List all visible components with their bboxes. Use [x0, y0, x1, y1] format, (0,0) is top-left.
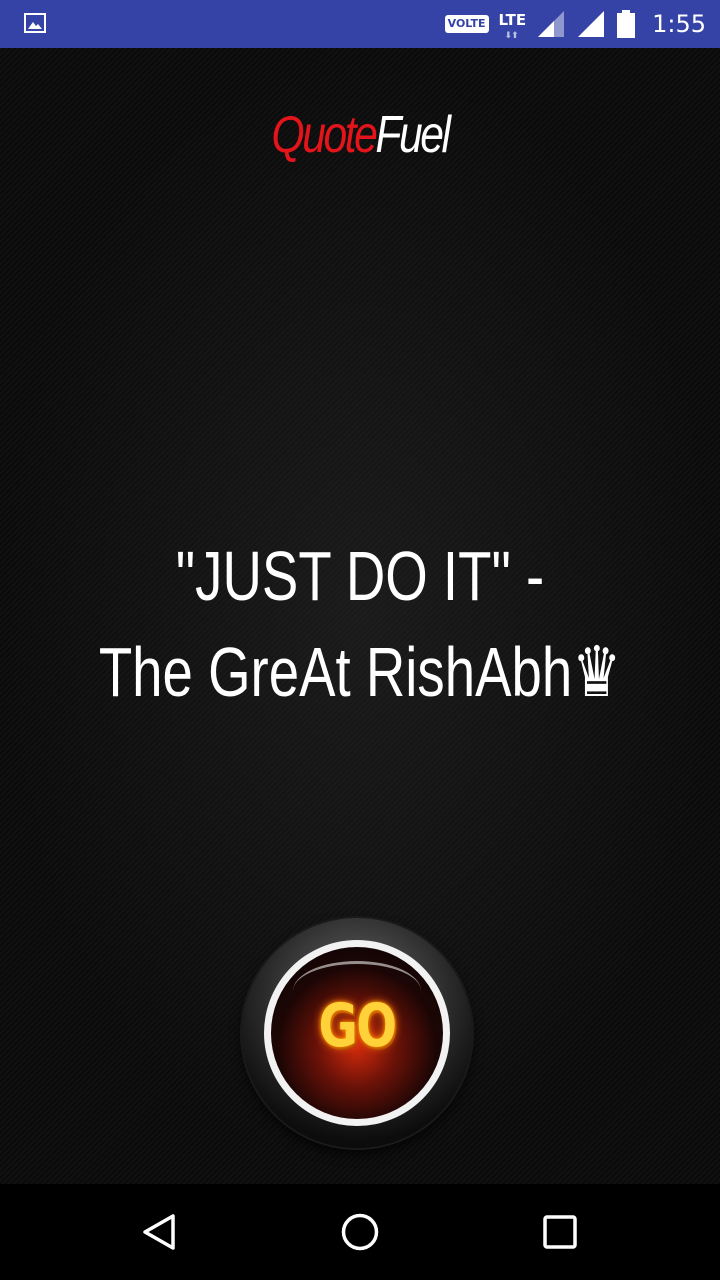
quote-author: The GreAt RishAbh♛	[98, 633, 622, 711]
go-button-label: GO	[318, 991, 397, 1061]
go-button-ring: GO	[264, 940, 450, 1126]
home-button[interactable]	[340, 1212, 380, 1252]
quote-text: "JUST DO IT" - The GreAt RishAbh♛	[79, 528, 641, 720]
lte-indicator: LTE ⬇⬆	[498, 11, 527, 42]
quote-line-1: "JUST DO IT" -	[175, 537, 545, 615]
gallery-icon	[24, 13, 46, 33]
signal-icon-2	[576, 9, 606, 39]
nav-bar	[0, 1184, 720, 1280]
back-icon	[140, 1212, 180, 1252]
data-activity-icon: ⬇⬆	[504, 31, 519, 41]
status-bar: VOLTE LTE ⬇⬆ 1:55	[0, 0, 720, 48]
home-icon	[340, 1212, 380, 1252]
app-screen: VOLTE LTE ⬇⬆ 1:55 QuoteFuel "JUST DO IT"…	[0, 0, 720, 1280]
back-button[interactable]	[140, 1212, 180, 1252]
go-button-core: GO	[271, 947, 443, 1119]
recents-icon	[540, 1212, 580, 1252]
status-icons: VOLTE LTE ⬇⬆ 1:55	[444, 0, 706, 48]
volte-badge: VOLTE	[444, 15, 489, 33]
signal-icon	[536, 9, 566, 39]
app-title-quote: Quote	[271, 106, 378, 164]
clock: 1:55	[652, 10, 706, 38]
recents-button[interactable]	[540, 1212, 580, 1252]
lte-label: LTE	[498, 11, 527, 29]
go-button[interactable]: GO	[242, 918, 472, 1148]
app-title-fuel: Fuel	[375, 106, 451, 164]
battery-icon	[616, 9, 636, 39]
app-title: QuoteFuel	[65, 105, 655, 165]
